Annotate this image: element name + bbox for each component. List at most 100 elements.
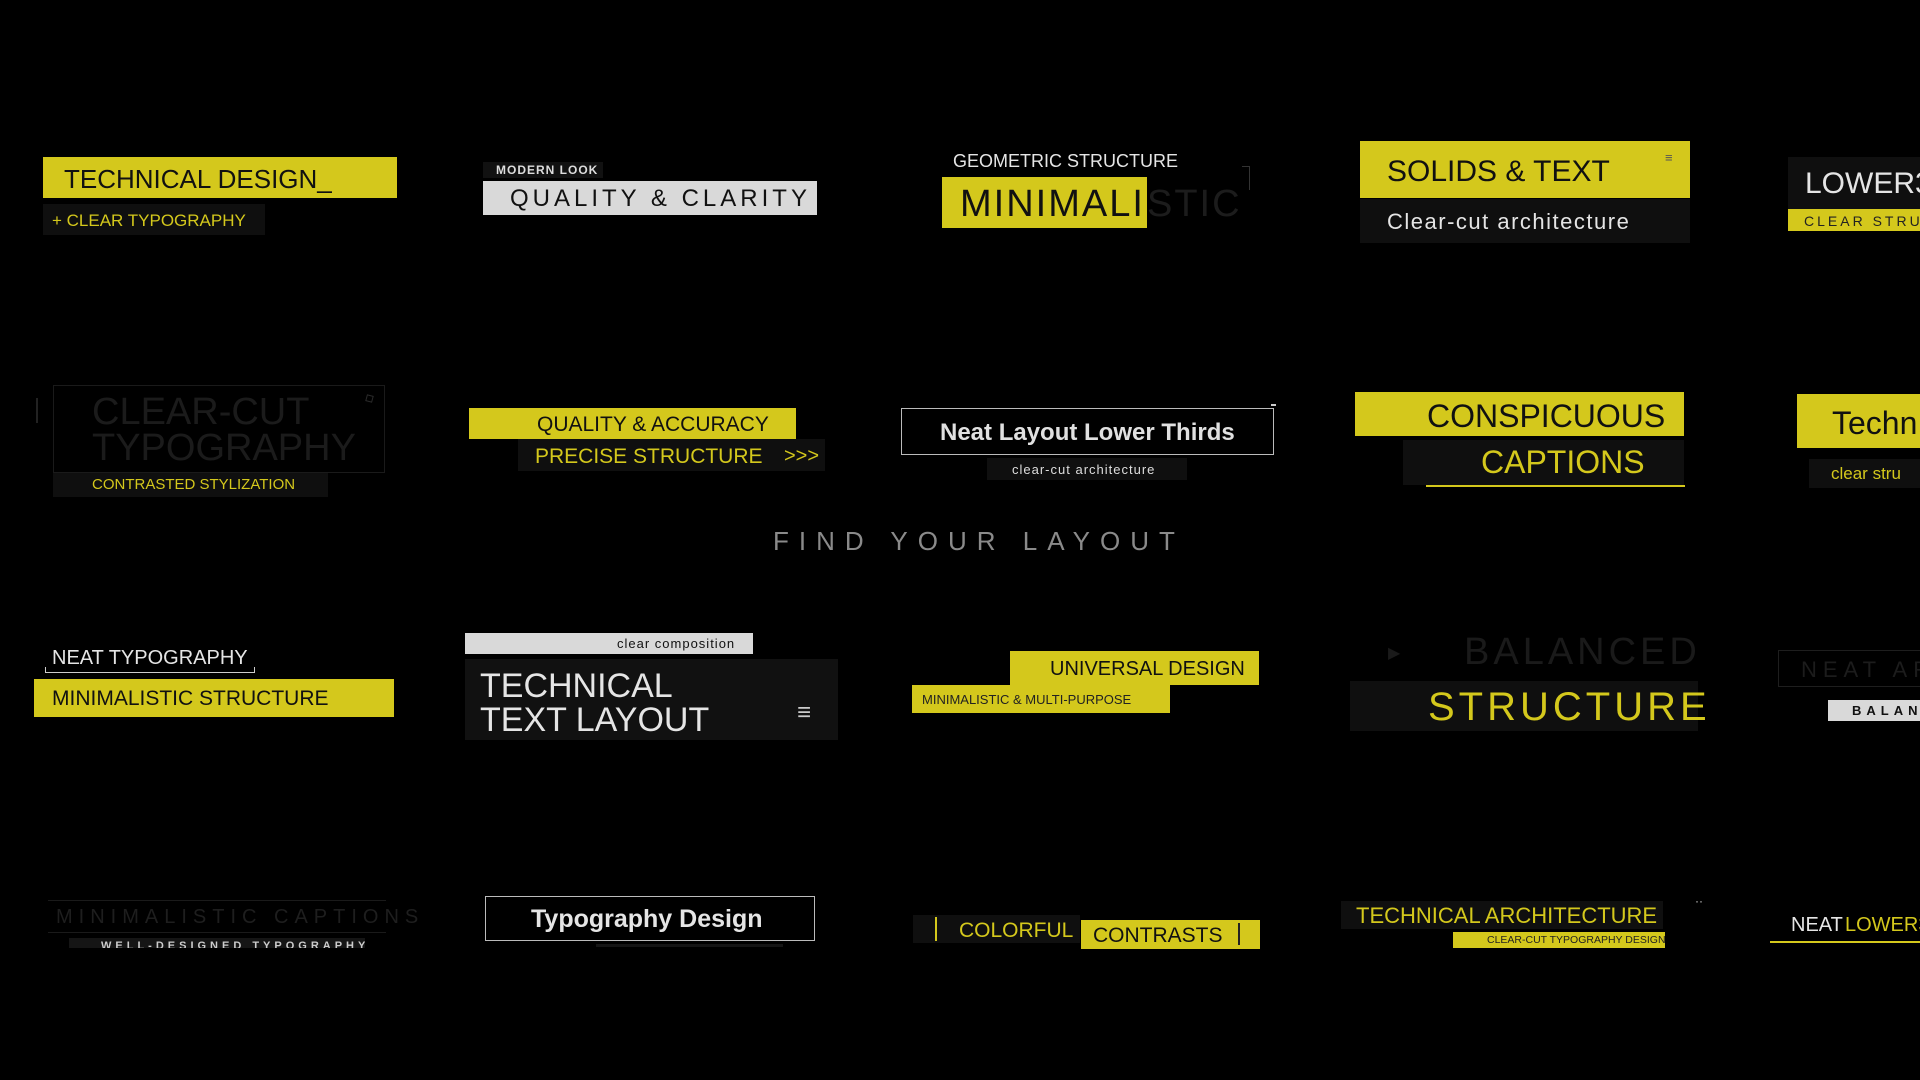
subtitle-text: Clear-cut architecture — [1387, 209, 1631, 234]
menu-lines-icon: ≡ — [797, 699, 812, 726]
title-bar: CONSPICUOUS — [1355, 392, 1684, 436]
template-conspicuous-captions[interactable]: CONSPICUOUS CAPTIONS — [1355, 392, 1685, 487]
kicker-text: MODERN LOOK — [496, 163, 599, 177]
title-frame: Typography Design — [485, 896, 815, 941]
corner-tick — [1271, 404, 1276, 406]
word2-text: CONTRASTS — [1093, 924, 1223, 947]
side-tick — [36, 398, 38, 423]
title-text: SOLIDS & TEXT — [1387, 155, 1610, 188]
subtitle-bar: CONTRASTED STYLIZATION — [53, 473, 328, 497]
title-bar: QUALITY & CLARITY — [483, 181, 817, 215]
subtitle-bar: WELL-DESIGNED TYPOGRAPHY — [69, 938, 365, 948]
template-technical-text-layout[interactable]: clear composition TECHNICAL TEXT LAYOUT … — [465, 633, 838, 741]
subtitle-text: CAPTIONS — [1481, 444, 1645, 480]
template-clear-cut-typography[interactable]: CLEAR-CUT TYPOGRAPHY CONTRASTED STYLIZAT… — [36, 383, 386, 498]
template-lower3[interactable]: LOWER3 CLEAR STRU — [1788, 157, 1920, 233]
title-text: QUALITY & CLARITY — [510, 185, 811, 212]
template-quality-accuracy[interactable]: QUALITY & ACCURACY PRECISE STRUCTURE >>> — [469, 408, 825, 472]
subtitle-text: CLEAR-CUT TYPOGRAPHY DESIGN — [1487, 934, 1666, 946]
template-neat-typography[interactable]: NEAT TYPOGRAPHY MINIMALISTIC STRUCTURE — [34, 648, 394, 718]
subtitle-text: CLEAR STRU — [1804, 213, 1920, 229]
kicker-bar: clear composition — [465, 633, 753, 654]
title-frame: Neat Layout Lower Thirds — [901, 408, 1274, 455]
right-tick — [1238, 923, 1240, 945]
template-neat-lower3[interactable]: NEAT LOWER3 — [1770, 913, 1920, 945]
subtitle-text: + CLEAR TYPOGRAPHY — [52, 211, 246, 230]
subtitle-text: clear-cut architecture — [1012, 462, 1156, 477]
find-your-layout-title: FIND YOUR LAYOUT — [773, 526, 1185, 556]
template-neat-layout[interactable]: Neat Layout Lower Thirds clear-cut archi… — [901, 404, 1277, 480]
word2-text: LOWER3 — [1845, 914, 1920, 936]
subtitle-text: BALANC — [1852, 703, 1920, 718]
bottom-line — [48, 932, 386, 933]
word1-bar: COLORFUL — [913, 915, 1080, 943]
kicker-bracket — [45, 667, 255, 673]
template-technical-architecture[interactable]: TECHNICAL ARCHITECTURE ·· CLEAR-CUT TYPO… — [1341, 895, 1707, 949]
template-typography-design[interactable]: Typography Design — [485, 896, 815, 948]
underline-bar — [596, 944, 783, 947]
title-text: NEAT AR — [1801, 657, 1920, 682]
template-colorful-contrasts[interactable]: COLORFUL CONTRASTS — [913, 914, 1261, 949]
title-text: UNIVERSAL DESIGN — [1050, 658, 1245, 680]
title-bar: UNIVERSAL DESIGN — [1010, 651, 1259, 685]
title-text: LOWER3 — [1805, 167, 1920, 200]
template-solids-text[interactable]: SOLIDS & TEXT ≡ Clear-cut architecture — [1360, 141, 1690, 243]
title-text: TECHNICAL ARCHITECTURE — [1356, 903, 1658, 928]
subtitle-bar: Clear-cut architecture — [1360, 199, 1690, 243]
subtitle-bar: PRECISE STRUCTURE >>> — [518, 439, 825, 471]
title-bar: SOLIDS & TEXT ≡ — [1360, 141, 1690, 198]
subtitle-bar: clear-cut architecture — [987, 458, 1187, 480]
title-bar: MINIMALISTIC STRUCTURE — [34, 679, 394, 717]
title-bar: TECHNICAL DESIGN_ — [43, 157, 397, 198]
title-text: QUALITY & ACCURACY — [537, 413, 769, 436]
template-techn[interactable]: Techn clear stru — [1797, 394, 1920, 490]
subtitle-bar: CLEAR-CUT TYPOGRAPHY DESIGN — [1453, 932, 1666, 948]
subtitle-text: MINIMALISTIC & MULTI-PURPOSE — [922, 692, 1132, 707]
chevrons-right-icon: >>> — [784, 445, 820, 467]
title-panel: TECHNICAL TEXT LAYOUT ≡ — [465, 659, 838, 740]
template-universal-design[interactable]: UNIVERSAL DESIGN MINIMALISTIC & MULTI-PU… — [912, 651, 1259, 714]
underline — [1770, 941, 1920, 943]
word2-bar: CONTRASTS — [1081, 920, 1260, 949]
corner-bracket — [1242, 166, 1250, 190]
subtitle-bar: CLEAR STRU — [1788, 209, 1920, 231]
menu-lines-icon: ≡ — [1665, 150, 1673, 165]
title-text: MINIMALI — [960, 183, 1145, 225]
play-arrow-icon: ▶ — [1388, 645, 1401, 662]
subtitle-bar: CAPTIONS — [1403, 440, 1684, 485]
title-line1: TECHNICAL — [480, 667, 673, 705]
title-text: MINIMALISTIC STRUCTURE — [52, 687, 329, 710]
word1-text: NEAT — [1791, 914, 1843, 936]
kicker-text: GEOMETRIC STRUCTURE — [953, 151, 1178, 171]
template-technical-design[interactable]: TECHNICAL DESIGN_ + CLEAR TYPOGRAPHY — [43, 157, 397, 235]
template-geometric-structure[interactable]: GEOMETRIC STRUCTURE MINIMALI STIC — [941, 152, 1261, 232]
title-text: MINIMALISTIC CAPTIONS — [56, 906, 425, 928]
title-text: Neat Layout Lower Thirds — [940, 419, 1235, 446]
subtitle-bar: clear stru — [1809, 459, 1920, 488]
template-neat-ar[interactable]: NEAT AR BALANC — [1778, 650, 1920, 722]
subtitle-bar: MINIMALISTIC & MULTI-PURPOSE — [912, 685, 1170, 713]
subtitle-text: WELL-DESIGNED TYPOGRAPHY — [101, 940, 365, 949]
template-quality-clarity[interactable]: MODERN LOOK QUALITY & CLARITY — [483, 162, 818, 216]
template-minimalistic-captions[interactable]: MINIMALISTIC CAPTIONS WELL-DESIGNED TYPO… — [48, 900, 418, 948]
subtitle-text: STRUCTURE — [1428, 685, 1711, 729]
subtitle-bar: STRUCTURE — [1350, 681, 1707, 731]
title-text: TECHNICAL DESIGN_ — [64, 164, 332, 194]
title-bar: QUALITY & ACCURACY — [469, 408, 796, 439]
title-bar: Techn — [1797, 394, 1920, 448]
title-bar: TECHNICAL ARCHITECTURE — [1341, 901, 1663, 929]
template-balanced-structure[interactable]: ▶ BALANCED STRUCTURE — [1350, 628, 1707, 732]
kicker-bar: MODERN LOOK — [483, 162, 603, 178]
kicker-text: clear composition — [617, 636, 736, 651]
underline — [1426, 485, 1685, 487]
title-line1: CLEAR-CUT — [92, 391, 310, 433]
title-text: BALANCED — [1464, 631, 1701, 673]
subtitle-text: clear stru — [1831, 464, 1901, 483]
word1-text: COLORFUL — [959, 919, 1074, 942]
subtitle-text: PRECISE STRUCTURE — [535, 445, 763, 468]
title-text: Techn — [1832, 405, 1918, 441]
title-faded-text: STIC — [1147, 183, 1242, 225]
subtitle-bar: BALANC — [1828, 700, 1920, 721]
left-tick — [935, 917, 937, 941]
title-bar: LOWER3 — [1788, 157, 1920, 209]
